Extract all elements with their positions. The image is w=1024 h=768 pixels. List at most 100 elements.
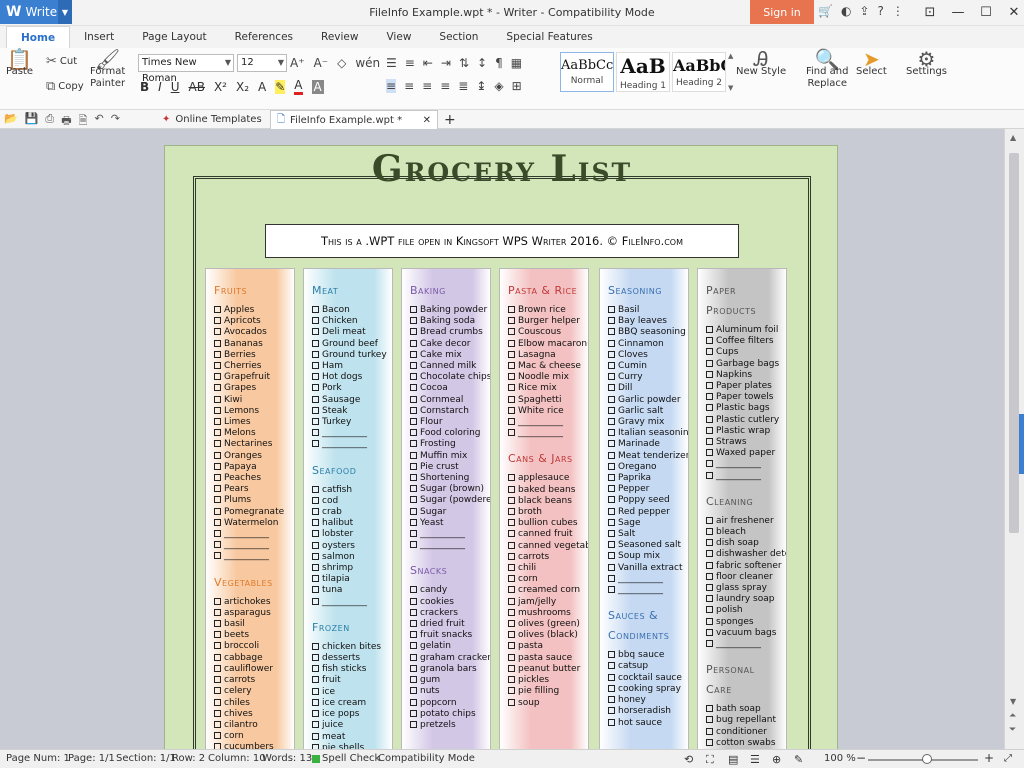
list-item[interactable]: Baking powder xyxy=(410,305,487,316)
list-item[interactable]: __________ xyxy=(608,574,682,585)
checkbox-icon[interactable] xyxy=(706,584,713,592)
checkbox-icon[interactable] xyxy=(410,306,417,313)
list-item[interactable]: Seasoned salt xyxy=(608,540,682,551)
show-marks-icon[interactable]: ¶ xyxy=(495,56,503,70)
list-item[interactable]: Cherries xyxy=(214,361,288,372)
list-item[interactable]: Garlic powder xyxy=(608,395,682,406)
list-item[interactable]: Pepper xyxy=(608,484,682,495)
checkbox-icon[interactable] xyxy=(312,564,319,572)
checkbox-icon[interactable] xyxy=(508,676,515,684)
zoom-level[interactable]: 100 % xyxy=(824,753,856,764)
options-icon[interactable]: ⋮ xyxy=(892,4,904,18)
list-item[interactable]: Cloves xyxy=(608,350,682,361)
checkbox-icon[interactable] xyxy=(312,440,319,448)
table-grid-icon[interactable]: ▦ xyxy=(511,56,522,70)
list-item[interactable]: __________ xyxy=(410,529,484,540)
list-item[interactable]: granola bars xyxy=(410,664,484,675)
list-item[interactable]: Spaghetti xyxy=(508,395,582,406)
checkbox-icon[interactable] xyxy=(706,404,713,412)
help-icon[interactable]: ? xyxy=(878,4,884,18)
checkbox-icon[interactable] xyxy=(508,306,515,313)
checkbox-icon[interactable] xyxy=(410,676,417,684)
list-item[interactable]: chicken bites xyxy=(312,642,386,653)
list-item[interactable]: Dill xyxy=(608,383,682,394)
checkbox-icon[interactable] xyxy=(706,606,713,614)
list-item[interactable]: Straws xyxy=(706,437,780,448)
chevron-down-icon[interactable]: ▼ xyxy=(728,84,738,92)
checkbox-icon[interactable] xyxy=(214,507,221,515)
bullets-icon[interactable]: ☰ xyxy=(386,56,397,70)
checkbox-icon[interactable] xyxy=(706,460,713,468)
checkbox-icon[interactable] xyxy=(410,384,417,392)
list-item[interactable]: __________ xyxy=(706,639,780,650)
scroll-up-icon[interactable]: ▲ xyxy=(1010,133,1016,142)
list-item[interactable]: __________ xyxy=(214,529,288,540)
checkbox-icon[interactable] xyxy=(608,673,615,681)
checkbox-icon[interactable] xyxy=(312,317,319,325)
checkbox-icon[interactable] xyxy=(706,393,713,401)
list-item[interactable]: Pears xyxy=(214,484,288,495)
list-item[interactable]: Pomegranate xyxy=(214,507,288,518)
checkbox-icon[interactable] xyxy=(410,642,417,650)
highlight-icon[interactable]: ✎ xyxy=(275,79,286,94)
list-item[interactable]: pasta xyxy=(508,641,582,652)
checkbox-icon[interactable] xyxy=(608,718,615,726)
list-item[interactable]: Waxed paper xyxy=(706,448,780,459)
checkbox-icon[interactable] xyxy=(410,608,417,616)
checkbox-icon[interactable] xyxy=(508,496,515,504)
checkbox-icon[interactable] xyxy=(312,373,319,381)
char-shading-icon[interactable]: A xyxy=(311,79,324,94)
sort-icon[interactable]: ↕ xyxy=(477,56,487,70)
list-item[interactable]: Meat tenderizer xyxy=(608,451,688,462)
list-item[interactable]: Baking soda xyxy=(410,316,484,327)
list-item[interactable]: basil xyxy=(214,619,288,630)
checkbox-icon[interactable] xyxy=(312,508,319,516)
checkbox-icon[interactable] xyxy=(608,406,615,414)
list-item[interactable]: crackers xyxy=(410,608,484,619)
checkbox-icon[interactable] xyxy=(312,541,319,549)
paste-button[interactable]: 📋 Paste xyxy=(6,49,33,77)
checkbox-icon[interactable] xyxy=(508,485,515,493)
list-item[interactable]: oysters xyxy=(312,541,386,552)
list-item[interactable]: Gravy mix xyxy=(608,417,682,428)
style-normal[interactable]: AaBbCcI Normal xyxy=(560,52,614,92)
list-item[interactable]: carrots xyxy=(214,675,288,686)
outline-view-icon[interactable]: ☰ xyxy=(750,753,760,766)
checkbox-icon[interactable] xyxy=(608,373,615,381)
list-item[interactable]: __________ xyxy=(312,428,386,439)
checkbox-icon[interactable] xyxy=(608,485,615,493)
list-item[interactable]: __________ xyxy=(312,439,386,450)
checkbox-icon[interactable] xyxy=(706,382,713,390)
checkbox-icon[interactable] xyxy=(214,720,221,728)
settings-button[interactable]: ⚙ Settings xyxy=(906,49,947,77)
checkbox-icon[interactable] xyxy=(608,362,615,370)
checkbox-icon[interactable] xyxy=(608,317,615,325)
checkbox-icon[interactable] xyxy=(410,451,417,459)
checkbox-icon[interactable] xyxy=(706,337,713,345)
checkbox-icon[interactable] xyxy=(410,653,417,661)
list-item[interactable]: Chocolate chips xyxy=(410,372,490,383)
checkbox-icon[interactable] xyxy=(312,362,319,370)
list-item[interactable]: Hot dogs xyxy=(312,372,386,383)
list-item[interactable]: cotton swabs xyxy=(706,738,780,749)
zoom-slider-handle[interactable] xyxy=(922,754,932,764)
checkbox-icon[interactable] xyxy=(410,530,417,538)
list-item[interactable]: cucumbers xyxy=(214,742,288,749)
close-button[interactable]: ✕ xyxy=(1000,3,1024,21)
tab-home[interactable]: Home xyxy=(6,26,71,48)
font-color-icon[interactable]: A xyxy=(294,78,303,95)
checkbox-icon[interactable] xyxy=(608,684,615,692)
checkbox-icon[interactable] xyxy=(312,721,319,729)
checkbox-icon[interactable] xyxy=(706,516,713,524)
checkbox-icon[interactable] xyxy=(608,574,615,582)
list-item[interactable]: crab xyxy=(312,507,386,518)
tab-references[interactable]: References xyxy=(221,26,307,48)
list-item[interactable]: hot sauce xyxy=(608,718,682,729)
page-view-icon[interactable]: ▤ xyxy=(728,753,738,766)
list-item[interactable]: Bananas xyxy=(214,339,288,350)
text-effect-icon[interactable]: A xyxy=(258,80,266,94)
italic-button[interactable]: I xyxy=(158,80,162,94)
checkbox-icon[interactable] xyxy=(410,709,417,717)
prev-page-icon[interactable]: ⏶ xyxy=(1009,711,1016,721)
checkbox-icon[interactable] xyxy=(410,406,417,414)
